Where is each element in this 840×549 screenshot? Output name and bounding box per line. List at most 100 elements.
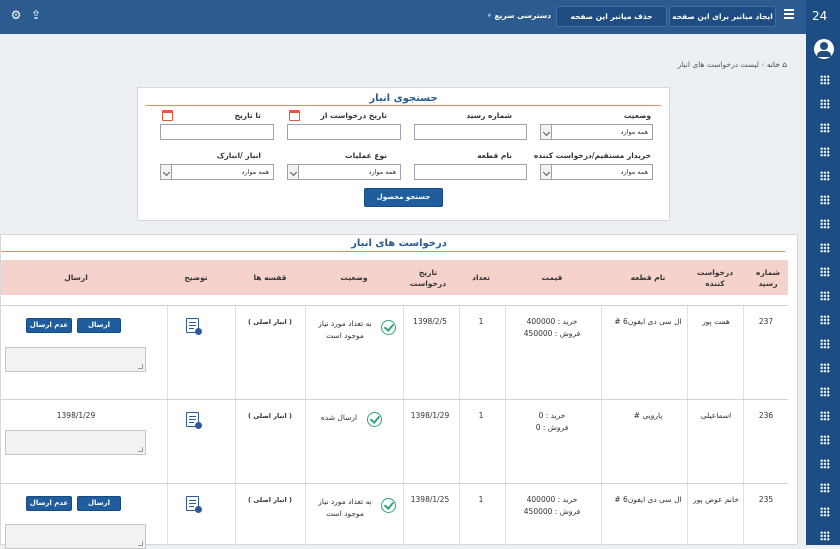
check-circle-icon [381,320,396,335]
sent-date: 1398/1/29 [56,411,96,420]
date-from-input[interactable] [287,124,401,140]
search-button[interactable]: جستجو محصول [364,188,443,207]
column-divider [687,400,688,483]
grid-menu-icon[interactable] [820,435,830,445]
status-text: به تعداد مورد نیاز موجود است [318,497,372,518]
grid-menu-icon[interactable] [820,291,830,301]
quick-access-link[interactable]: ⚡ دسترسی سریع [479,11,551,20]
description-icon[interactable] [186,496,202,513]
col-price: قیمت [541,273,563,282]
chevron-down-icon [288,165,299,179]
grid-menu-icon[interactable] [820,171,830,181]
grid-menu-icon[interactable] [820,219,830,229]
chevron-down-icon [541,165,552,179]
column-divider [601,484,602,546]
column-divider [459,306,460,399]
user-avatar-icon[interactable] [814,39,834,59]
grid-menu-icon[interactable] [820,507,830,517]
col-status: وضعیت [340,273,368,282]
column-divider [601,306,602,399]
column-divider [235,484,236,546]
grid-menu-icon[interactable] [820,267,830,277]
column-divider [305,484,306,546]
shelf-name: ( انبار اصلی ) [248,318,292,326]
col-count: تعداد [472,273,490,282]
buy-price: خرید : 400000 [526,495,578,504]
grid-menu-icon[interactable] [820,387,830,397]
col-desc: توضیح [184,273,208,282]
sell-price: فروش : 450000 [523,329,581,338]
item-count: 1 [478,317,484,326]
grid-menu-icon[interactable] [820,315,830,325]
warehouse-select[interactable]: همه موارد [160,164,274,180]
grid-menu-icon[interactable] [820,147,830,157]
grid-menu-icon[interactable] [820,339,830,349]
note-textarea[interactable] [5,347,146,372]
status-text: به تعداد مورد نیاز موجود است [318,319,372,340]
col-date: تاریخ درخواست [409,267,447,288]
upload-icon[interactable]: ⇪ [28,7,44,23]
column-divider [687,306,688,399]
grid-menu-icon[interactable] [820,75,830,85]
settings-share-icon[interactable]: ⚙ [8,7,24,23]
title-divider [146,105,661,106]
operation-select-value: همه موارد [368,168,396,176]
buyer-label: خریدار مستقیم/درخواست کننده [533,151,651,160]
description-icon[interactable] [186,318,202,335]
buyer-select-value: همه موارد [620,168,648,176]
create-shortcut-button[interactable]: ایجاد میانبر برای این صفحه [669,6,776,27]
operation-select[interactable]: همه موارد [287,164,401,180]
grid-menu-icon[interactable] [820,531,830,541]
grid-menu-icon[interactable] [820,243,830,253]
no-send-button[interactable]: عدم ارسال [26,318,72,333]
send-button[interactable]: ارسال [77,496,121,511]
sell-price: فروش : 450000 [523,507,581,516]
grid-menu-icon[interactable] [820,483,830,493]
receipt-number: 235 [758,495,774,504]
request-date: 1398/1/25 [410,495,450,504]
operation-label: نوع عملیات [345,151,387,160]
date-to-input[interactable] [160,124,274,140]
chevron-down-icon [541,125,552,139]
top-bar: ⚙ ⇪ ⚡ دسترسی سریع حذف میانبر این صفحه ای… [0,0,806,34]
grid-menu-icon[interactable] [820,123,830,133]
grid-menu-icon[interactable] [820,195,830,205]
breadcrumb-home[interactable]: ⌂ خانه [767,60,787,69]
send-button[interactable]: ارسال [77,318,121,333]
receipt-label: شماره رسید [466,111,512,120]
breadcrumb-current: لیست درخواست های انبار [677,60,760,69]
title-divider [1,251,785,252]
receipt-input[interactable] [414,124,527,140]
description-icon[interactable] [186,412,202,429]
date-from-label: تاریخ درخواست از [320,111,387,120]
status-select[interactable]: همه موارد [540,124,653,140]
col-part: نام قطعه [630,273,666,282]
note-textarea[interactable] [5,524,146,549]
column-divider [505,400,506,483]
quick-access-label: دسترسی سریع [494,11,551,20]
column-divider [505,306,506,399]
shelf-name: ( انبار اصلی ) [248,412,292,420]
grid-menu-icon[interactable] [820,459,830,469]
grid-menu-icon[interactable] [820,99,830,109]
buyer-select[interactable]: همه موارد [540,164,653,180]
warehouse-label: انبار /انبارک [216,151,261,160]
date-to-label: تا تاریخ [234,111,261,120]
column-divider [167,484,168,546]
column-divider [743,306,744,399]
status-text: ارسال شده [320,413,358,422]
calendar-icon[interactable] [289,110,300,121]
delete-shortcut-button[interactable]: حذف میانبر این صفحه [556,6,667,27]
grid-menu-icon[interactable] [820,411,830,421]
status-label: وضعیت [623,111,651,120]
calendar-icon[interactable] [162,110,173,121]
menu-icon[interactable] [784,9,794,19]
col-shelf: قفسه ها [253,273,287,282]
table-row: 236 اسماعیلی پارویی # خرید : 0 فروش : 0 … [1,399,788,483]
note-textarea[interactable] [5,430,146,455]
request-date: 1398/2/5 [413,317,447,326]
no-send-button[interactable]: عدم ارسال [26,496,72,511]
grid-menu-icon[interactable] [820,363,830,373]
column-divider [601,400,602,483]
part-input[interactable] [414,164,527,180]
